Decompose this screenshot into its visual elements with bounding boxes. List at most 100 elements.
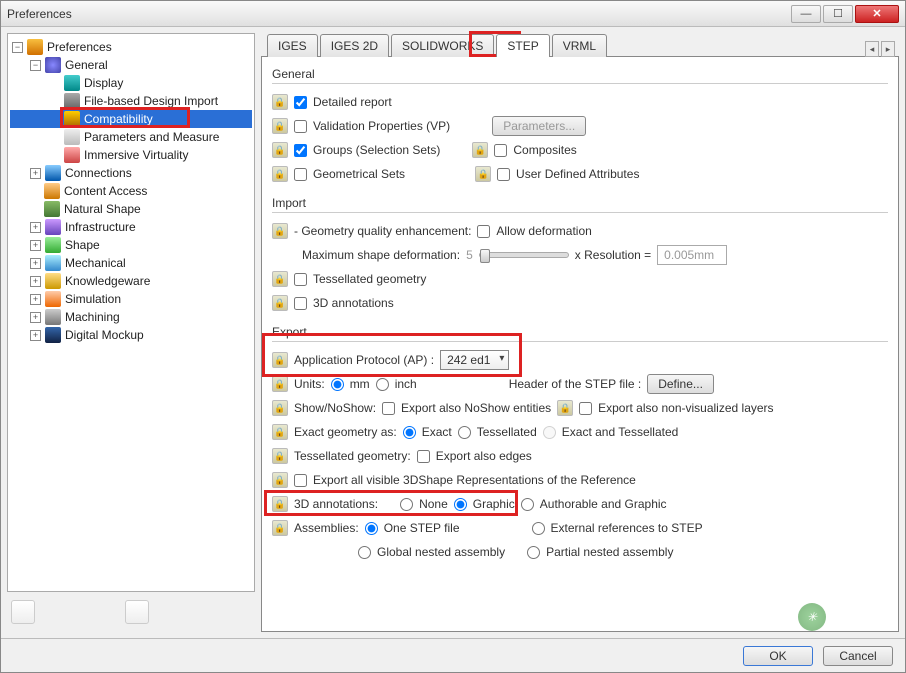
tess-label: Tessellated [477,425,537,439]
lock-icon[interactable]: 🔒 [475,166,491,182]
lock-icon[interactable]: 🔒 [272,142,288,158]
close-button[interactable]: ✕ [855,5,899,23]
asm-one-label: One STEP file [384,521,460,535]
units-mm-radio[interactable] [331,378,344,391]
cancel-button[interactable]: Cancel [823,646,893,666]
tree-mechanical[interactable]: + Mechanical [10,254,252,272]
parameters-button[interactable]: Parameters... [492,116,586,136]
tree-immersive-virtuality[interactable]: Immersive Virtuality [10,146,252,164]
reset-icon[interactable] [11,600,35,624]
lock-icon[interactable]: 🔒 [272,400,288,416]
tab-scroll-left[interactable]: ◂ [865,41,879,57]
tree-label: Content Access [64,184,147,198]
expander-icon[interactable]: + [30,330,41,341]
asm-ext-radio[interactable] [532,522,545,535]
lock-icon[interactable]: 🔒 [272,352,288,368]
ap-combo[interactable]: 242 ed1 [440,350,509,370]
detailed-report-checkbox[interactable] [294,96,307,109]
lock-icon[interactable]: 🔒 [472,142,488,158]
tess-geom-import-checkbox[interactable] [294,273,307,286]
export-edges-checkbox[interactable] [417,450,430,463]
apply-icon[interactable] [125,600,149,624]
expander-icon[interactable]: + [30,312,41,323]
nonvis-checkbox[interactable] [579,402,592,415]
vr-icon [64,147,80,163]
tree-root[interactable]: − Preferences [10,38,252,56]
asm-global-radio[interactable] [358,546,371,559]
lock-icon[interactable]: 🔒 [272,496,288,512]
tree-file-design-import[interactable]: File-based Design Import [10,92,252,110]
minimize-button[interactable]: — [791,5,821,23]
export-all-checkbox[interactable] [294,474,307,487]
lock-icon[interactable]: 🔒 [557,400,573,416]
ok-button[interactable]: OK [743,646,813,666]
tab-scroll-right[interactable]: ▸ [881,41,895,57]
lock-icon[interactable]: 🔒 [272,94,288,110]
tree-parameters-measure[interactable]: Parameters and Measure [10,128,252,146]
lock-icon[interactable]: 🔒 [272,271,288,287]
tess-radio[interactable] [458,426,471,439]
expander-icon[interactable]: + [30,222,41,233]
asm-partial-radio[interactable] [527,546,540,559]
preferences-tree[interactable]: − Preferences − General Display File-bas… [7,33,255,592]
tree-compatibility[interactable]: Compatibility [10,110,252,128]
lock-icon[interactable]: 🔒 [272,295,288,311]
tree-display[interactable]: Display [10,74,252,92]
lock-icon[interactable]: 🔒 [272,520,288,536]
uda-checkbox[interactable] [497,168,510,181]
asm-ext-label: External references to STEP [551,521,703,535]
tree-infrastructure[interactable]: + Infrastructure [10,218,252,236]
lock-icon[interactable]: 🔒 [272,166,288,182]
expander-icon[interactable]: + [30,276,41,287]
tree-machining[interactable]: + Machining [10,308,252,326]
tab-solidworks[interactable]: SOLIDWORKS [391,34,494,57]
lock-icon[interactable]: 🔒 [272,424,288,440]
groups-label: Groups (Selection Sets) [313,143,440,157]
groups-checkbox[interactable] [294,144,307,157]
asm-one-radio[interactable] [365,522,378,535]
ap-label: Application Protocol (AP) : [294,353,434,367]
expander-icon[interactable]: − [12,42,23,53]
tree-knowledgeware[interactable]: + Knowledgeware [10,272,252,290]
allow-deformation-checkbox[interactable] [477,225,490,238]
lock-icon[interactable]: 🔒 [272,223,288,239]
exact-radio[interactable] [403,426,416,439]
lock-icon[interactable]: 🔒 [272,472,288,488]
tab-vrml[interactable]: VRML [552,34,607,57]
tree-content-access[interactable]: Content Access [10,182,252,200]
maximize-button[interactable]: ☐ [823,5,853,23]
expander-icon[interactable]: + [30,240,41,251]
annot-authorable-radio[interactable] [521,498,534,511]
annot-none-radio[interactable] [400,498,413,511]
expander-icon[interactable]: + [30,294,41,305]
tree-simulation[interactable]: + Simulation [10,290,252,308]
expander-icon[interactable]: − [30,60,41,71]
define-button[interactable]: Define... [647,374,714,394]
tree-connections[interactable]: + Connections [10,164,252,182]
tab-iges2d[interactable]: IGES 2D [320,34,389,57]
composites-checkbox[interactable] [494,144,507,157]
lock-icon[interactable]: 🔒 [272,376,288,392]
lock-icon[interactable]: 🔒 [272,118,288,134]
expander-icon[interactable]: + [30,168,41,179]
validation-checkbox[interactable] [294,120,307,133]
exact-label: Exact [422,425,452,439]
exactas-label: Exact geometry as: [294,425,397,439]
tree-general[interactable]: − General [10,56,252,74]
lock-icon[interactable]: 🔒 [272,448,288,464]
tree-natural-shape[interactable]: Natural Shape [10,200,252,218]
tab-step[interactable]: STEP [496,34,549,57]
folder-icon [45,255,61,271]
annot3d-import-checkbox[interactable] [294,297,307,310]
tree-shape[interactable]: + Shape [10,236,252,254]
annot-graphic-radio[interactable] [454,498,467,511]
expander-icon[interactable]: + [30,258,41,269]
noshow-checkbox[interactable] [382,402,395,415]
tree-toolbar [7,592,255,632]
geomsets-checkbox[interactable] [294,168,307,181]
units-inch-radio[interactable] [376,378,389,391]
deformation-slider[interactable] [479,252,569,258]
tree-digital-mockup[interactable]: + Digital Mockup [10,326,252,344]
row-3d-annotations-export: 🔒 3D annotations: None Graphic Authorabl… [272,492,888,516]
tab-iges[interactable]: IGES [267,34,318,57]
